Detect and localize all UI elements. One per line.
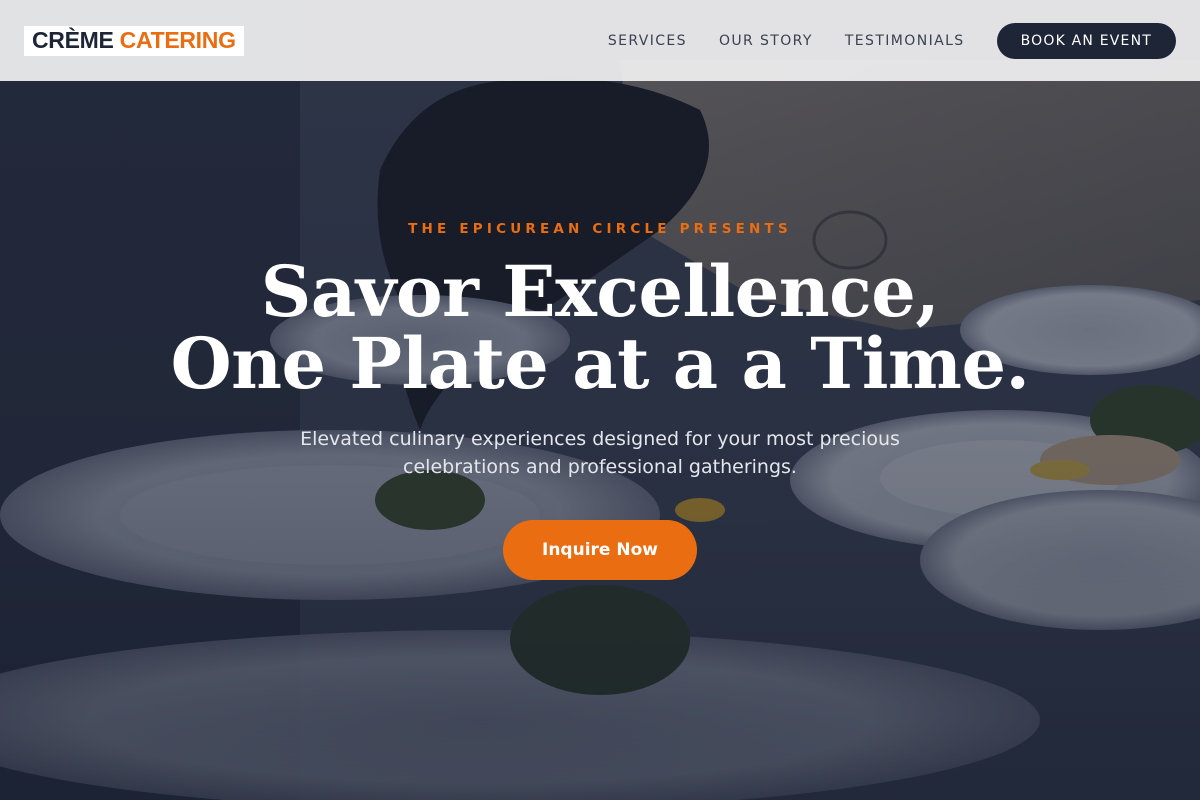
hero-eyebrow: THE EPICUREAN CIRCLE PRESENTS bbox=[408, 221, 792, 237]
headline-line-2: One Plate at a a Time. bbox=[170, 322, 1030, 405]
nav-link-services[interactable]: SERVICES bbox=[608, 33, 687, 49]
nav-link-our-story[interactable]: OUR STORY bbox=[719, 33, 813, 49]
brand-logo[interactable]: CRÈME CATERING bbox=[24, 25, 244, 56]
logo-word-accent: CATERING bbox=[119, 26, 236, 53]
logo-word-primary: CRÈME bbox=[32, 26, 114, 53]
site-header: CRÈME CATERING SERVICES OUR STORY TESTIM… bbox=[0, 0, 1200, 81]
main-nav: SERVICES OUR STORY TESTIMONIALS BOOK AN … bbox=[608, 22, 1176, 59]
nav-link-testimonials[interactable]: TESTIMONIALS bbox=[845, 33, 965, 49]
headline-line-1: Savor Excellence, bbox=[260, 250, 940, 333]
subtext-line-2: celebrations and professional gatherings… bbox=[403, 456, 797, 478]
book-event-button[interactable]: BOOK AN EVENT bbox=[996, 22, 1176, 59]
hero-subtext: Elevated culinary experiences designed f… bbox=[280, 425, 920, 481]
inquire-now-button[interactable]: Inquire Now bbox=[503, 520, 697, 580]
subtext-line-1: Elevated culinary experiences designed f… bbox=[300, 428, 900, 450]
hero-content: THE EPICUREAN CIRCLE PRESENTS Savor Exce… bbox=[0, 0, 1200, 800]
hero-headline: Savor Excellence, One Plate at a a Time. bbox=[0, 256, 1200, 400]
